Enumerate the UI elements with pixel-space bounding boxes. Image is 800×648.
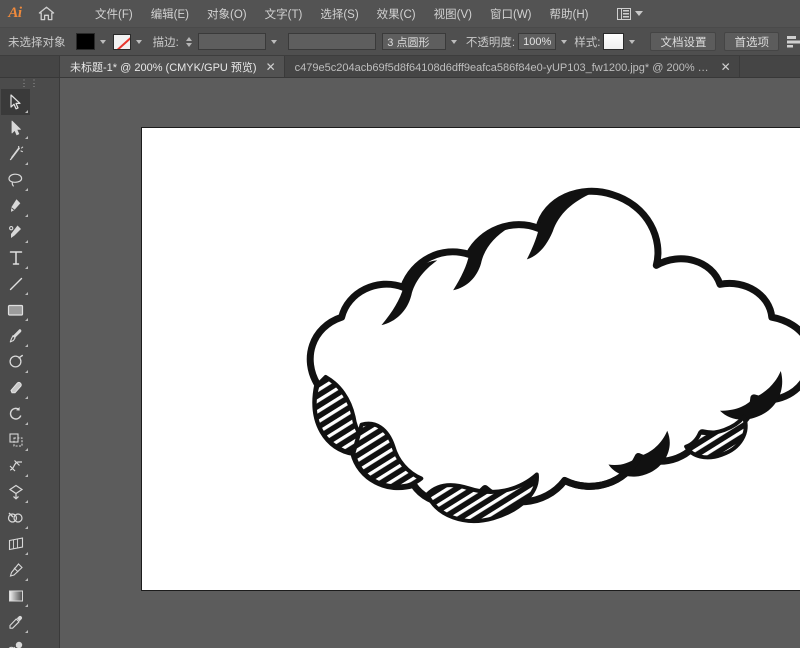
document-tab-untitled-1[interactable]: 未标题-1* @ 200% (CMYK/GPU 预览) ✕ bbox=[60, 56, 285, 77]
artboard[interactable] bbox=[141, 127, 800, 591]
mesh-tool[interactable] bbox=[1, 557, 30, 583]
selection-status-label: 未选择对象 bbox=[8, 36, 66, 49]
free-transform-tool[interactable] bbox=[1, 479, 30, 505]
opacity-chevron-down-icon[interactable] bbox=[561, 39, 568, 44]
align-icon[interactable] bbox=[786, 35, 800, 48]
menu-item-object[interactable]: 对象(O) bbox=[198, 2, 256, 26]
pen-tool[interactable] bbox=[1, 193, 30, 219]
menu-item-type[interactable]: 文字(T) bbox=[256, 2, 312, 26]
paintbrush-tool[interactable] bbox=[1, 323, 30, 349]
stroke-weight-field[interactable] bbox=[197, 33, 267, 50]
rotate-tool[interactable] bbox=[1, 401, 30, 427]
stroke-style-chevron-down-icon[interactable] bbox=[450, 39, 457, 44]
stroke-swatch[interactable] bbox=[113, 33, 131, 50]
scale-tool[interactable] bbox=[1, 427, 30, 453]
canvas-workspace[interactable] bbox=[60, 78, 800, 648]
selection-tool[interactable] bbox=[1, 89, 30, 115]
preferences-button[interactable]: 首选项 bbox=[724, 32, 779, 51]
arrange-documents-icon bbox=[617, 7, 632, 20]
perspective-grid-tool[interactable] bbox=[1, 531, 30, 557]
arrange-documents-button[interactable] bbox=[611, 5, 649, 23]
tool-grid bbox=[0, 89, 58, 648]
hand-drawn-cloud-illustration[interactable] bbox=[142, 128, 800, 590]
menu-item-effect[interactable]: 效果(C) bbox=[368, 2, 425, 26]
close-icon[interactable]: ✕ bbox=[721, 61, 731, 73]
menu-bar: Ai 文件(F) 编辑(E) 对象(O) 文字(T) 选择(S) 效果(C) 视… bbox=[0, 0, 800, 28]
stroke-weight-label: 描边: bbox=[152, 36, 179, 49]
gradient-tool[interactable] bbox=[1, 583, 30, 609]
control-bar: 未选择对象 描边: 3 点圆形 不透明度: 100% 样式: 文档设置 首选项 bbox=[0, 28, 800, 56]
tabbar-spacer bbox=[0, 56, 60, 77]
document-tab-bar: 未标题-1* @ 200% (CMYK/GPU 预览) ✕ c479e5c204… bbox=[0, 56, 800, 78]
menu-item-list: 文件(F) 编辑(E) 对象(O) 文字(T) 选择(S) 效果(C) 视图(V… bbox=[86, 2, 649, 26]
tab-label: c479e5c204acb69f5d8f64108d6dff9eafca586f… bbox=[294, 61, 712, 74]
blend-tool[interactable] bbox=[1, 635, 30, 648]
rectangle-tool[interactable] bbox=[1, 297, 30, 323]
document-tab-jpg[interactable]: c479e5c204acb69f5d8f64108d6dff9eafca586f… bbox=[284, 56, 740, 77]
stroke-chevron-down-icon[interactable] bbox=[135, 39, 142, 44]
app-logo-icon: Ai bbox=[8, 5, 22, 21]
line-segment-tool[interactable] bbox=[1, 271, 30, 297]
variable-width-profile-field[interactable] bbox=[288, 33, 377, 50]
tab-label: 未标题-1* @ 200% (CMYK/GPU 预览) bbox=[70, 61, 257, 74]
graphic-style-chevron-down-icon[interactable] bbox=[629, 39, 636, 44]
type-tool[interactable] bbox=[1, 245, 30, 271]
fill-chevron-down-icon[interactable] bbox=[100, 39, 106, 44]
menu-item-window[interactable]: 窗口(W) bbox=[481, 2, 541, 26]
magic-wand-tool[interactable] bbox=[1, 141, 30, 167]
eraser-tool[interactable] bbox=[1, 375, 30, 401]
stroke-style-field[interactable]: 3 点圆形 bbox=[382, 33, 446, 50]
menu-item-file[interactable]: 文件(F) bbox=[86, 2, 142, 26]
lasso-tool[interactable] bbox=[1, 167, 30, 193]
menu-item-view[interactable]: 视图(V) bbox=[425, 2, 481, 26]
illustrator-window: Ai 文件(F) 编辑(E) 对象(O) 文字(T) 选择(S) 效果(C) 视… bbox=[0, 0, 800, 648]
opacity-label: 不透明度: bbox=[465, 36, 516, 49]
fill-swatch[interactable] bbox=[75, 33, 95, 50]
tools-panel: ⋮⋮ bbox=[0, 78, 60, 648]
stroke-weight-stepper[interactable] bbox=[185, 34, 193, 49]
menu-item-edit[interactable]: 编辑(E) bbox=[142, 2, 198, 26]
document-setup-button[interactable]: 文档设置 bbox=[650, 32, 717, 51]
graphic-style-label: 样式: bbox=[574, 36, 601, 49]
opacity-field[interactable]: 100% bbox=[518, 33, 557, 50]
home-icon[interactable] bbox=[30, 0, 62, 28]
menu-item-select[interactable]: 选择(S) bbox=[311, 2, 367, 26]
close-icon[interactable]: ✕ bbox=[266, 61, 276, 73]
shaper-tool[interactable] bbox=[1, 349, 30, 375]
stroke-weight-chevron-down-icon[interactable] bbox=[271, 39, 278, 44]
graphic-style-swatch[interactable] bbox=[603, 33, 625, 50]
shape-builder-tool[interactable] bbox=[1, 505, 30, 531]
direct-selection-tool[interactable] bbox=[1, 115, 30, 141]
tools-panel-grip[interactable]: ⋮⋮ bbox=[0, 78, 59, 89]
width-tool[interactable] bbox=[1, 453, 30, 479]
menu-item-help[interactable]: 帮助(H) bbox=[541, 2, 598, 26]
eyedropper-tool[interactable] bbox=[1, 609, 30, 635]
curvature-tool[interactable] bbox=[1, 219, 30, 245]
chevron-down-icon bbox=[635, 11, 644, 16]
